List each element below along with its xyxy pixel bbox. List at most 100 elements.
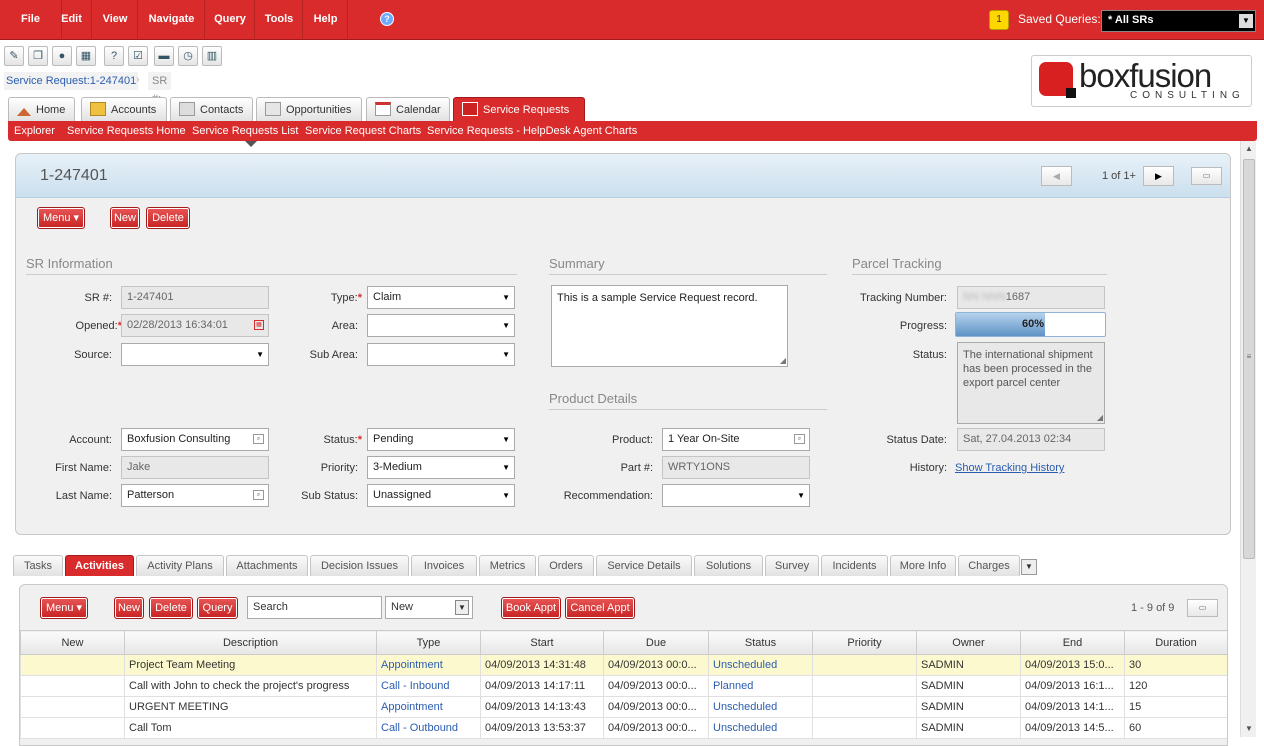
account-field[interactable]: Boxfusion Consulting ⌕ [121,428,269,451]
source-select[interactable]: ▼ [121,343,269,366]
list-menu-button[interactable]: Menu ▾ [40,597,88,619]
view-tab-activity-plans[interactable]: Activity Plans [136,555,224,576]
list-query-button[interactable]: Query [197,597,238,619]
part-field[interactable]: WRTY1ONS [662,456,810,479]
table-cell[interactable] [812,717,917,739]
checklist-icon[interactable]: ☑ [128,46,148,66]
table-cell[interactable]: SADMIN [916,696,1021,718]
column-header[interactable]: Start [480,630,604,655]
table-cell[interactable]: SADMIN [916,675,1021,697]
table-cell[interactable]: 04/09/2013 14:13:43 [480,696,604,718]
chevron-down-icon[interactable]: ▼ [502,315,510,336]
product-field[interactable]: 1 Year On-Site ⌕ [662,428,810,451]
form-new-button[interactable]: New [110,207,140,229]
table-cell[interactable]: 04/09/2013 00:0... [603,717,709,739]
search-input[interactable]: Search [247,596,382,619]
table-cell[interactable]: Planned [708,675,813,697]
tracking-number-field[interactable]: NN NNN1687 [957,286,1105,309]
cancel-appt-button[interactable]: Cancel Appt [565,597,635,619]
priority-select[interactable]: 3-Medium ▼ [367,456,515,479]
table-cell[interactable] [20,675,125,697]
chevron-down-icon[interactable]: ▼ [502,485,510,506]
subnav-sr-list[interactable]: Service Requests List [192,121,298,141]
view-tab-metrics[interactable]: Metrics [479,555,536,576]
chevron-down-icon[interactable]: ▼ [256,344,264,365]
table-cell[interactable]: 04/09/2013 14:1... [1020,696,1125,718]
area-select[interactable]: ▼ [367,314,515,337]
table-cell[interactable]: Unscheduled [708,717,813,739]
calendar-icon[interactable]: ▦ [254,320,264,330]
table-cell[interactable]: Unscheduled [708,696,813,718]
table-cell[interactable]: 04/09/2013 14:5... [1020,717,1125,739]
subnav-sr-home[interactable]: Service Requests Home [67,121,186,141]
table-cell[interactable]: SADMIN [916,717,1021,739]
column-header[interactable]: End [1020,630,1125,655]
breadcrumb-sr-number[interactable]: SR #: [148,72,172,105]
subnav-agent-charts[interactable]: Agent Charts [573,121,637,141]
menu-edit[interactable]: Edit [52,0,92,38]
view-tab-invoices[interactable]: Invoices [411,555,477,576]
view-tab-service-details[interactable]: Service Details [596,555,692,576]
saved-queries-select[interactable]: * All SRs ▼ [1101,10,1256,32]
list-options-button[interactable]: ▭ [1187,599,1218,617]
chevron-down-icon[interactable]: ▼ [502,457,510,478]
chevron-down-icon[interactable]: ▼ [502,344,510,365]
column-header[interactable]: Owner [916,630,1021,655]
sub-area-select[interactable]: ▼ [367,343,515,366]
type-select[interactable]: Claim ▼ [367,286,515,309]
table-cell[interactable]: Unscheduled [708,654,813,676]
chevron-down-icon[interactable]: ▼ [797,485,805,506]
first-name-field[interactable]: Jake [121,456,269,479]
table-row[interactable]: Call with John to check the project's pr… [20,675,1227,697]
column-header[interactable]: Status [708,630,813,655]
previous-record-button[interactable]: ◀ [1041,166,1072,186]
list-delete-button[interactable]: Delete [149,597,193,619]
view-tab-attachments[interactable]: Attachments [226,555,308,576]
table-cell[interactable]: 04/09/2013 00:0... [603,675,709,697]
table-cell[interactable]: Call - Outbound [376,717,481,739]
book-appt-button[interactable]: Book Appt [501,597,561,619]
table-cell[interactable]: 15 [1124,696,1227,718]
table-cell[interactable]: 04/09/2013 16:1... [1020,675,1125,697]
resize-handle-icon[interactable]: ◢ [1097,414,1103,422]
menu-view[interactable]: View [93,0,138,38]
chart-icon[interactable]: ▥ [202,46,222,66]
table-cell[interactable]: URGENT MEETING [124,696,377,718]
view-tab-more-info[interactable]: More Info [890,555,956,576]
table-cell[interactable]: SADMIN [916,654,1021,676]
menu-navigate[interactable]: Navigate [139,0,205,38]
resize-handle-icon[interactable]: ◢ [780,357,786,365]
table-cell[interactable]: Call with John to check the project's pr… [124,675,377,697]
chevron-down-icon[interactable]: ▼ [1239,14,1253,28]
view-tab-decision-issues[interactable]: Decision Issues [310,555,409,576]
tab-opportunities[interactable]: Opportunities [256,97,362,121]
form-menu-button[interactable]: Menu ▾ [37,207,85,229]
view-tab-charges[interactable]: Charges [958,555,1020,576]
globe-icon[interactable]: ● [52,46,72,66]
tab-home[interactable]: Home [8,97,75,121]
sub-status-select[interactable]: Unassigned ▼ [367,484,515,507]
applet-options-button[interactable]: ▭ [1191,167,1222,185]
table-cell[interactable]: 04/09/2013 14:31:48 [480,654,604,676]
chevron-down-icon[interactable]: ▼ [502,287,510,308]
view-tab-incidents[interactable]: Incidents [821,555,888,576]
table-cell[interactable] [812,654,917,676]
saved-queries-badge[interactable]: 1 [989,10,1009,30]
list-new-button[interactable]: New [114,597,144,619]
table-cell[interactable]: 30 [1124,654,1227,676]
chevron-down-icon[interactable]: ▼ [502,429,510,450]
view-tab-tasks[interactable]: Tasks [13,555,63,576]
table-cell[interactable] [812,675,917,697]
table-row[interactable]: Project Team Meeting Appointment 04/09/201… [20,654,1227,676]
table-cell[interactable]: 04/09/2013 15:0... [1020,654,1125,676]
column-header[interactable]: Priority [812,630,917,655]
chevron-down-icon[interactable]: ▼ [455,600,469,615]
table-cell[interactable] [20,654,125,676]
page-scrollbar[interactable]: ▲ ≡ ▼ [1240,141,1256,737]
table-cell[interactable]: Call - Inbound [376,675,481,697]
status-date-field[interactable]: Sat, 27.04.2013 02:34 [957,428,1105,451]
opened-field[interactable]: 02/28/2013 16:34:01 ▦ [121,314,269,337]
table-cell[interactable] [812,696,917,718]
keyboard-icon[interactable]: ▦ [76,46,96,66]
view-tab-solutions[interactable]: Solutions [694,555,763,576]
